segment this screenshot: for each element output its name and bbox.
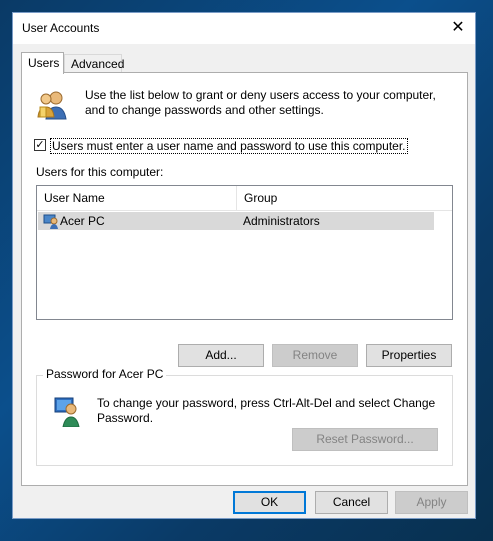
reset-password-button[interactable]: Reset Password...: [292, 428, 438, 451]
add-button[interactable]: Add...: [178, 344, 264, 367]
apply-button-label: Apply: [416, 495, 447, 509]
column-group[interactable]: Group: [237, 186, 437, 210]
password-user-icon: [54, 397, 80, 427]
remove-button[interactable]: Remove: [272, 344, 358, 367]
intro-text: Use the list below to grant or deny user…: [85, 88, 436, 117]
table-row[interactable]: Acer PC Administrators: [38, 212, 434, 230]
users-list-label: Users for this computer:: [36, 165, 164, 179]
password-group-label: Password for Acer PC: [43, 367, 167, 381]
remove-button-label: Remove: [292, 348, 338, 362]
users-list[interactable]: User Name Group Acer PC Administrators: [36, 185, 453, 320]
title-bar: User Accounts ✕: [13, 13, 475, 44]
row-group: Administrators: [243, 214, 320, 228]
apply-button[interactable]: Apply: [395, 491, 468, 514]
row-user-name: Acer PC: [60, 214, 105, 228]
properties-button-label: Properties: [381, 348, 437, 362]
add-button-label: Add...: [205, 348, 237, 362]
window-title: User Accounts: [22, 21, 100, 35]
ok-button-label: OK: [260, 495, 279, 509]
close-icon[interactable]: ✕: [441, 13, 475, 44]
users-icon: [37, 91, 67, 120]
tab-users-label: Users: [28, 56, 60, 70]
require-login-label[interactable]: Users must enter a user name and passwor…: [50, 138, 408, 154]
require-login-checkbox[interactable]: ✓: [34, 139, 46, 151]
list-header: User Name Group: [37, 186, 452, 211]
reset-password-label: Reset Password...: [316, 432, 414, 446]
user-accounts-dialog: User Accounts ✕ Advanced Users Use the l…: [12, 12, 476, 519]
ok-button[interactable]: OK: [233, 491, 306, 514]
password-group: Password for Acer PC To change your pass…: [36, 367, 453, 466]
tab-users[interactable]: Users: [21, 52, 64, 74]
users-tab-panel: Use the list below to grant or deny user…: [21, 72, 468, 486]
properties-button[interactable]: Properties: [366, 344, 452, 367]
cancel-button[interactable]: Cancel: [315, 491, 388, 514]
password-help-text: To change your password, press Ctrl-Alt-…: [97, 396, 436, 425]
column-user-name[interactable]: User Name: [37, 186, 237, 210]
cancel-button-label: Cancel: [332, 495, 371, 509]
user-icon: [43, 214, 58, 229]
tab-advanced-label: Advanced: [71, 57, 125, 71]
tab-advanced[interactable]: Advanced: [64, 54, 125, 73]
